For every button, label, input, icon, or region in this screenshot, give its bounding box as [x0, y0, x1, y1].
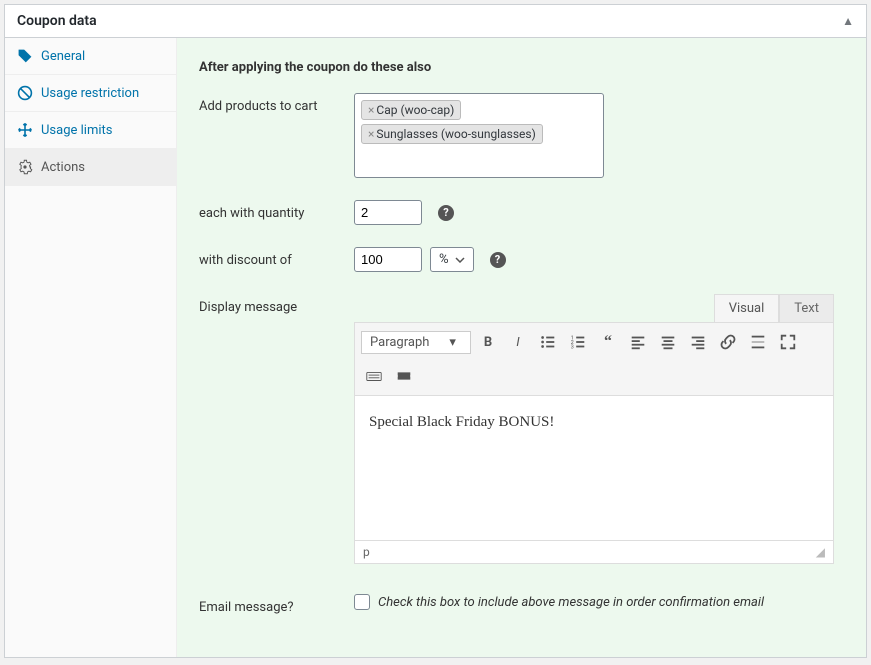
sidebar-label: General — [41, 49, 85, 64]
panel-title: Coupon data — [17, 13, 97, 29]
format-select[interactable]: Paragraph ▾ — [361, 331, 471, 354]
editor-tabs: Visual Text — [354, 294, 834, 322]
section-heading: After applying the coupon do these also — [199, 50, 844, 93]
panel-header[interactable]: Coupon data ▲ — [5, 5, 866, 38]
remove-icon[interactable]: × — [368, 128, 374, 140]
sidebar-item-actions[interactable]: Actions — [5, 149, 176, 186]
sidebar-item-general[interactable]: General — [5, 38, 176, 75]
sidebar: General Usage restriction Usage limits A… — [5, 38, 177, 657]
row-email: Email message? Check this box to include… — [199, 594, 844, 615]
content-area: After applying the coupon do these also … — [177, 38, 866, 657]
product-name: Cap (woo-cap) — [376, 103, 454, 117]
link-button[interactable] — [715, 329, 741, 355]
align-right-button[interactable] — [685, 329, 711, 355]
discount-input[interactable] — [354, 247, 422, 272]
add-products-label: Add products to cart — [199, 93, 354, 114]
wysiwyg-editor: Visual Text Paragraph ▾ B I — [354, 294, 834, 564]
gear-icon — [17, 159, 33, 175]
element-path[interactable]: p — [363, 545, 370, 559]
help-icon[interactable]: ? — [490, 252, 506, 268]
numbered-list-button[interactable]: 123 — [565, 329, 591, 355]
row-add-products: Add products to cart × Cap (woo-cap) × S… — [199, 93, 844, 178]
help-icon[interactable]: ? — [438, 205, 454, 221]
keyboard-button[interactable] — [361, 363, 387, 389]
unit-select[interactable]: % — [430, 247, 474, 272]
align-left-button[interactable] — [625, 329, 651, 355]
tab-visual[interactable]: Visual — [714, 294, 780, 322]
read-more-button[interactable] — [745, 329, 771, 355]
remove-icon[interactable]: × — [368, 104, 374, 116]
align-center-button[interactable] — [655, 329, 681, 355]
format-value: Paragraph — [370, 335, 429, 350]
fullscreen-button[interactable] — [775, 329, 801, 355]
products-select[interactable]: × Cap (woo-cap) × Sunglasses (woo-sungla… — [354, 93, 604, 178]
sidebar-item-restriction[interactable]: Usage restriction — [5, 75, 176, 112]
row-discount: with discount of % ? — [199, 247, 844, 272]
discount-label: with discount of — [199, 247, 354, 268]
email-hint: Check this box to include above message … — [378, 595, 764, 610]
display-message-label: Display message — [199, 294, 354, 315]
resize-handle-icon[interactable]: ◢ — [816, 545, 825, 559]
collapse-icon[interactable]: ▲ — [842, 14, 854, 28]
sidebar-item-limits[interactable]: Usage limits — [5, 112, 176, 149]
svg-text:3: 3 — [571, 344, 574, 350]
unit-value: % — [439, 252, 449, 267]
sidebar-label: Usage limits — [41, 123, 112, 138]
chevron-down-icon: ▾ — [449, 335, 456, 350]
quantity-input[interactable] — [354, 200, 422, 225]
email-checkbox[interactable] — [354, 594, 370, 610]
tag-icon — [17, 48, 33, 64]
blockquote-button[interactable]: “ — [595, 329, 621, 355]
sidebar-label: Usage restriction — [41, 86, 139, 101]
chevron-down-icon — [455, 252, 465, 267]
italic-button[interactable]: I — [505, 329, 531, 355]
tab-text[interactable]: Text — [779, 294, 834, 322]
sidebar-label: Actions — [41, 160, 85, 175]
email-label: Email message? — [199, 594, 354, 615]
no-entry-icon — [17, 85, 33, 101]
quantity-label: each with quantity — [199, 200, 354, 221]
panel-body: General Usage restriction Usage limits A… — [5, 38, 866, 657]
row-quantity: each with quantity ? — [199, 200, 844, 225]
product-tag: × Cap (woo-cap) — [361, 100, 461, 120]
row-display-message: Display message Visual Text Paragraph ▾ … — [199, 294, 844, 564]
product-tag: × Sunglasses (woo-sunglasses) — [361, 124, 543, 144]
editor-toolbar: Paragraph ▾ B I 123 “ — [354, 322, 834, 396]
move-icon — [17, 122, 33, 138]
bold-button[interactable]: B — [475, 329, 501, 355]
editor-status-bar: p ◢ — [354, 541, 834, 564]
coupon-data-panel: Coupon data ▲ General Usage restriction — [4, 4, 867, 658]
ticket-icon[interactable] — [391, 363, 417, 389]
editor-content[interactable]: Special Black Friday BONUS! — [354, 396, 834, 541]
product-name: Sunglasses (woo-sunglasses) — [376, 127, 535, 141]
bullet-list-button[interactable] — [535, 329, 561, 355]
